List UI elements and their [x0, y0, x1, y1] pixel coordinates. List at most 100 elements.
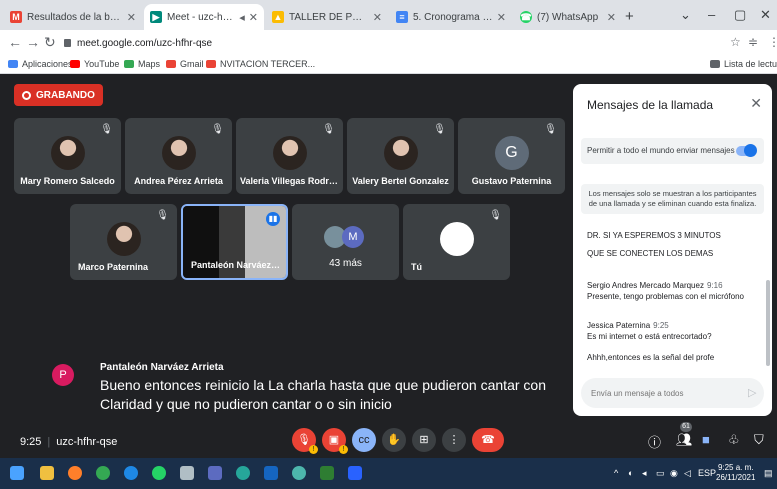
activities-icon[interactable]: ♧	[728, 432, 740, 448]
allow-messages-row: Permitir a todo el mundo enviar mensajes	[581, 138, 764, 164]
reading-list[interactable]: Lista de lectura	[710, 59, 777, 69]
mic-off-icon: 🎙︎	[211, 124, 224, 135]
mic-off-icon: 🎙︎	[297, 434, 311, 446]
close-icon[interactable]: ✕	[497, 11, 506, 24]
speaker-icon[interactable]: ◂	[239, 11, 245, 24]
tray-chevron-icon[interactable]: ^	[614, 468, 618, 478]
windows-start-icon[interactable]	[10, 466, 24, 480]
avatar	[161, 136, 196, 170]
bookmark-apps[interactable]: Aplicaciones	[8, 59, 73, 69]
url-field[interactable]: meet.google.com/uzc-hfhr-qse	[64, 33, 754, 53]
close-icon[interactable]: ✕	[373, 11, 382, 24]
excel-icon[interactable]	[320, 466, 334, 480]
participant-tile[interactable]: 🎙︎ Andrea Pérez Arrieta	[125, 118, 232, 194]
close-icon[interactable]: ✕	[607, 11, 616, 24]
avatar: M	[342, 226, 364, 248]
whatsapp-icon: ☎	[520, 11, 532, 23]
participant-count-badge: 61	[680, 422, 692, 432]
allow-messages-toggle[interactable]	[736, 144, 757, 157]
leave-call-button[interactable]: ☎	[472, 428, 504, 452]
app-icon[interactable]	[208, 466, 222, 480]
maximize-button[interactable]: ▢	[734, 7, 746, 23]
tab-gmail-search[interactable]: M Resultados de la búsqueda - ✕	[4, 4, 142, 30]
close-icon[interactable]: ✕	[127, 11, 136, 24]
bookmark-invitacion[interactable]: NVITACION TERCER...	[206, 59, 315, 69]
avatar	[50, 136, 85, 170]
send-icon[interactable]: ▷	[748, 386, 756, 399]
tab-search-icon[interactable]: ⌄	[680, 7, 691, 23]
participant-tile[interactable]: 🎙︎ Marco Paternina	[70, 204, 177, 280]
chrome-icon[interactable]	[236, 466, 250, 480]
bookmark-gmail[interactable]: Gmail	[166, 59, 204, 69]
bookmarks-bar: Aplicaciones YouTube Maps Gmail NVITACIO…	[0, 56, 777, 74]
firefox-icon[interactable]	[68, 466, 82, 480]
zoom-icon[interactable]	[348, 466, 362, 480]
chat-title: Mensajes de la llamada	[587, 98, 714, 112]
app-icon[interactable]	[292, 466, 306, 480]
address-bar: ← → ↻ meet.google.com/uzc-hfhr-qse ☆ ≑ ⋮	[0, 30, 777, 56]
back-icon[interactable]: ←	[8, 34, 22, 50]
word-icon[interactable]	[264, 466, 278, 480]
minimize-button[interactable]: –	[708, 7, 715, 22]
whatsapp-icon[interactable]	[152, 466, 166, 480]
audio-level-icon: ▮▮	[266, 212, 280, 226]
chat-icon[interactable]: ■	[702, 432, 710, 447]
more-options-button[interactable]: ⋮	[442, 428, 466, 452]
chat-message: Ahhh,entonces es la señal del profe	[587, 353, 715, 362]
network-icon[interactable]: ▭	[656, 468, 665, 479]
chat-scrollbar[interactable]	[766, 280, 770, 366]
mic-toggle-button[interactable]: 🎙︎!	[292, 428, 318, 454]
tab-whatsapp[interactable]: ☎ (7) WhatsApp ✕	[514, 4, 622, 30]
new-tab-button[interactable]: +	[625, 8, 634, 25]
close-icon[interactable]: ✕	[249, 11, 258, 24]
meet-icon: ▶	[150, 11, 162, 23]
self-tile[interactable]: 🎙︎ Tú	[403, 204, 510, 280]
star-icon[interactable]: ☆	[730, 35, 741, 49]
taskbar-clock[interactable]: 9:25 a. m. 26/11/2021	[716, 463, 755, 483]
forward-icon[interactable]: →	[26, 34, 40, 50]
file-explorer-icon[interactable]	[40, 466, 54, 480]
menu-icon[interactable]: ⋮	[768, 35, 777, 49]
language-indicator[interactable]: ESP	[698, 468, 716, 478]
speaker-icon[interactable]: ◂	[642, 468, 647, 479]
close-icon[interactable]: ✕	[750, 95, 762, 112]
close-window-button[interactable]: ✕	[760, 7, 771, 23]
app-icon[interactable]	[180, 466, 194, 480]
security-icon[interactable]: ⛉	[754, 432, 764, 448]
people-icon[interactable]: 👥︎	[676, 432, 693, 448]
avatar	[272, 136, 307, 170]
camera-toggle-button[interactable]: ▣!	[322, 428, 348, 454]
participant-tile[interactable]: 🎙︎ Valeria Villegas Rodríg...	[236, 118, 343, 194]
reload-icon[interactable]: ↻	[44, 34, 56, 51]
chat-message: DR. SI YA ESPEREMOS 3 MINUTOS	[587, 231, 721, 240]
camera-off-icon: ▣	[328, 434, 340, 446]
extensions-icon[interactable]: ≑	[748, 35, 758, 49]
notifications-icon[interactable]: ▤	[764, 468, 773, 479]
hangup-icon: ☎	[481, 434, 495, 446]
tray-icon[interactable]: ◐	[628, 468, 633, 478]
apps-grid-icon	[8, 60, 18, 68]
tab-taller[interactable]: ▲ TALLER DE PRESTACIONES S ✕	[266, 4, 388, 30]
captions-button[interactable]: cc	[352, 428, 376, 452]
tab-cronograma[interactable]: ≡ 5. Cronograma Capacitacion ✕	[390, 4, 512, 30]
info-icon[interactable]: ⓘ	[648, 432, 661, 451]
participant-tile[interactable]: 🎙︎ Valery Bertel Gonzalez	[347, 118, 454, 194]
tray-icon[interactable]: ◉	[670, 468, 678, 479]
more-participants-tile[interactable]: M 43 más	[292, 204, 399, 280]
bookmark-youtube[interactable]: YouTube	[70, 59, 119, 69]
participant-tile-active-speaker[interactable]: ▮▮ Pantaleón Narváez A...	[181, 204, 288, 280]
raise-hand-button[interactable]: ✋	[382, 428, 406, 452]
chat-input[interactable]	[581, 378, 764, 408]
caption-speaker: Pantaleón Narváez Arrieta	[100, 362, 224, 373]
chrome-icon[interactable]	[96, 466, 110, 480]
bookmark-maps[interactable]: Maps	[124, 59, 160, 69]
recording-badge[interactable]: GRABANDO	[14, 84, 103, 106]
edge-icon[interactable]	[124, 466, 138, 480]
mic-off-icon: 🎙︎	[322, 124, 335, 135]
mic-off-icon: 🎙︎	[433, 124, 446, 135]
present-button[interactable]: ⊞	[412, 428, 436, 452]
volume-icon[interactable]: ◁	[684, 468, 691, 479]
participant-tile[interactable]: 🎙︎ G Gustavo Paternina	[458, 118, 565, 194]
participant-tile[interactable]: 🎙︎ Mary Romero Salcedo	[14, 118, 121, 194]
tab-meet[interactable]: ▶ Meet - uzc-hfhr-qse ◂ ✕	[144, 4, 264, 30]
